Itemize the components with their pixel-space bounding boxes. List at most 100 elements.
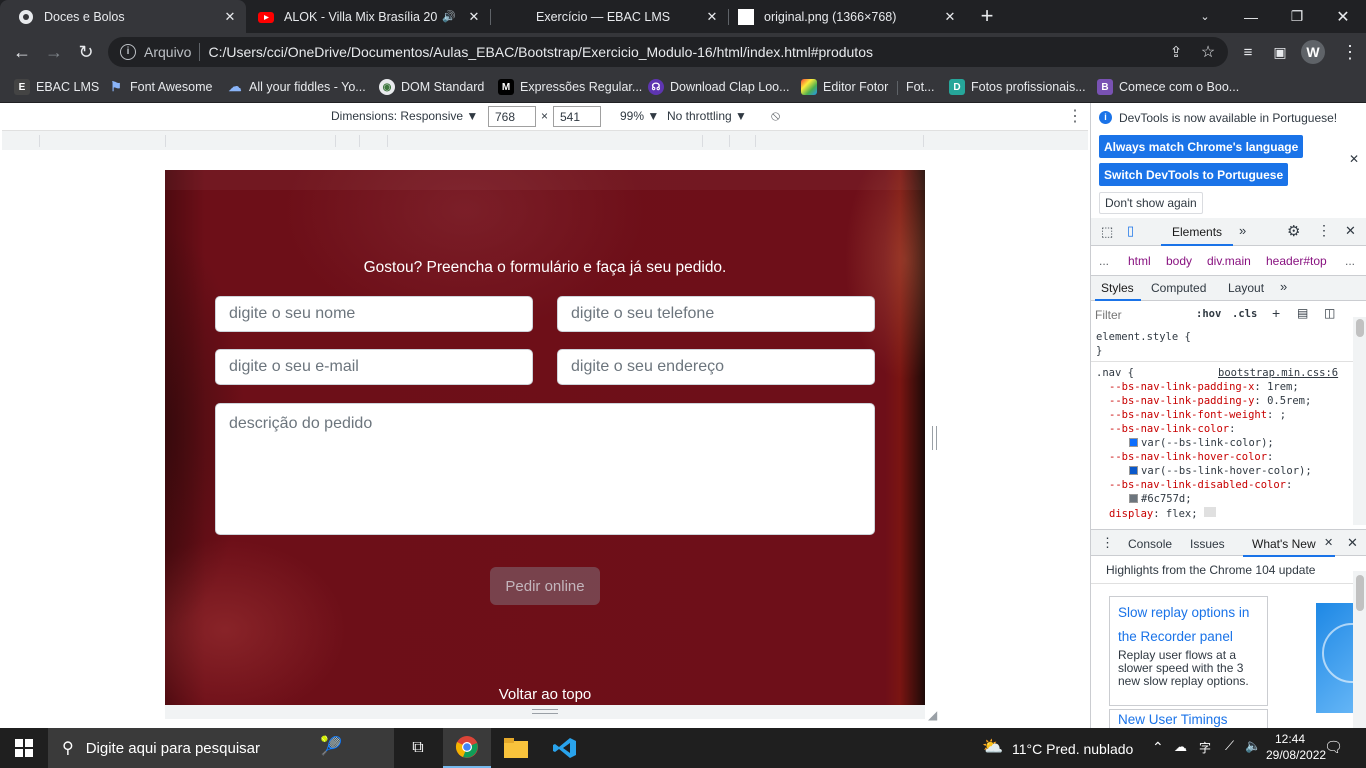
paint-icon[interactable]: ▤ <box>1297 306 1308 320</box>
new-rule-icon[interactable]: + <box>1272 305 1280 321</box>
breadcrumb-header-top[interactable]: header#top <box>1266 254 1327 268</box>
css-declaration[interactable]: --bs-nav-link-hover-color: <box>1109 451 1273 463</box>
taskbar-search-box[interactable]: ⚲ Digite aqui para pesquisar 🎾 <box>48 728 394 768</box>
name-input[interactable]: digite o seu nome <box>215 296 533 332</box>
taskbar-chrome-icon[interactable] <box>443 728 491 768</box>
resize-handle-bottom[interactable] <box>165 705 925 719</box>
color-swatch[interactable] <box>1129 494 1138 503</box>
share-icon[interactable]: ⇪ <box>1162 38 1190 66</box>
profile-avatar[interactable]: W <box>1301 40 1325 64</box>
volume-icon[interactable]: 🔈 <box>1245 738 1261 754</box>
menu-kebab-icon[interactable]: ⋮ <box>1336 38 1364 66</box>
description-textarea[interactable]: descrição do pedido <box>215 403 875 535</box>
tab-layout[interactable]: Layout <box>1228 281 1264 295</box>
file-explorer-icon[interactable] <box>492 728 540 768</box>
tab-original-png[interactable]: original.png (1366×768) ✕ <box>730 0 966 33</box>
bookmark-fot[interactable]: Fot... <box>906 76 934 98</box>
scroll-thumb[interactable] <box>1356 575 1364 611</box>
back-to-top-link[interactable]: Voltar ao topo <box>165 686 925 703</box>
bookmark-fotor[interactable]: Editor Fotor <box>801 76 888 98</box>
url-text[interactable]: C:/Users/cci/OneDrive/Documentos/Aulas_E… <box>208 44 873 60</box>
dimensions-dropdown[interactable]: Dimensions: Responsive ▼ <box>331 109 478 123</box>
tab-elements[interactable]: Elements <box>1172 225 1222 239</box>
tray-chevron-icon[interactable]: ⌃ <box>1152 739 1164 756</box>
resize-handle-right[interactable] <box>932 426 937 450</box>
back-icon[interactable]: ← <box>8 38 36 66</box>
stylesheet-source-link[interactable]: bootstrap.min.css:6 <box>1218 367 1338 379</box>
tab-alok[interactable]: ALOK - Villa Mix Brasília 2018 🔊 ✕ <box>246 0 490 33</box>
flexbox-editor-icon[interactable] <box>1203 507 1216 517</box>
close-tab-icon[interactable]: ✕ <box>222 9 238 25</box>
nav-selector[interactable]: .nav { <box>1096 367 1134 379</box>
always-match-button[interactable]: Always match Chrome's language <box>1099 135 1304 158</box>
zoom-dropdown[interactable]: 99% ▼ <box>620 109 659 123</box>
side-panel-icon[interactable]: ▣ <box>1266 38 1294 66</box>
order-online-button[interactable]: Pedir online <box>490 567 600 605</box>
phone-input[interactable]: digite o seu telefone <box>557 296 875 332</box>
tab-whats-new[interactable]: What's New <box>1252 537 1316 551</box>
bookmark-ebac-lms[interactable]: E EBAC LMS <box>14 76 99 98</box>
bookmark-bootstrap[interactable]: B Comece com o Boo... <box>1097 76 1239 98</box>
styles-scrollbar[interactable] <box>1353 317 1366 525</box>
bookmark-fiddles[interactable]: ☁ All your fiddles - Yo... <box>227 76 366 98</box>
css-declaration[interactable]: --bs-nav-link-disabled-color: <box>1109 479 1292 491</box>
reload-icon[interactable]: ↻ <box>72 38 100 66</box>
breadcrumb-more[interactable]: ... <box>1345 254 1355 268</box>
scroll-thumb[interactable] <box>1356 319 1364 337</box>
bookmark-regex[interactable]: M Expressões Regular... <box>498 76 642 98</box>
devtools-menu-icon[interactable]: ⋮ <box>1317 222 1331 239</box>
media-query-ruler[interactable] <box>2 130 1088 150</box>
close-tab-icon[interactable]: ✕ <box>704 9 720 25</box>
breadcrumb-body[interactable]: body <box>1166 254 1192 268</box>
close-window-icon[interactable]: ✕ <box>1320 0 1366 33</box>
notifications-icon[interactable]: 🗨 <box>1324 738 1343 756</box>
more-tabs-icon[interactable]: » <box>1239 223 1246 238</box>
new-tab-icon[interactable]: + <box>973 2 1001 30</box>
drawer-menu-icon[interactable]: ⋮ <box>1101 535 1114 551</box>
color-swatch[interactable] <box>1129 466 1138 475</box>
css-declaration[interactable]: --bs-nav-link-padding-y: 0.5rem; <box>1109 395 1311 407</box>
card-title[interactable]: Slow replay options in the Recorder pane… <box>1118 601 1259 649</box>
breadcrumb-ellipsis[interactable]: ... <box>1099 254 1109 268</box>
close-tab-icon[interactable]: ✕ <box>466 9 482 25</box>
tab-search-chevron-icon[interactable]: ⌄ <box>1182 0 1228 33</box>
bookmark-clap[interactable]: ☊ Download Clap Loo... <box>648 76 790 98</box>
close-tab-icon[interactable]: ✕ <box>942 9 958 25</box>
device-more-icon[interactable]: ⋮ <box>1067 106 1083 126</box>
inspect-element-icon[interactable]: ⬚ <box>1101 224 1113 240</box>
rotate-icon[interactable]: ⦸ <box>771 107 780 124</box>
bookmark-font-awesome[interactable]: ⚑ Font Awesome <box>108 76 212 98</box>
styles-filter-input[interactable] <box>1095 306 1185 324</box>
speaker-icon[interactable]: 🔊 <box>442 10 456 23</box>
css-value-line[interactable]: var(--bs-link-hover-color); <box>1129 465 1312 477</box>
tab-styles[interactable]: Styles <box>1101 281 1134 295</box>
css-declaration[interactable]: --bs-nav-link-font-weight: ; <box>1109 409 1286 421</box>
sidebar-toggle-icon[interactable]: ◫ <box>1324 306 1335 320</box>
close-devtools-icon[interactable]: ✕ <box>1345 223 1356 239</box>
dont-show-again-button[interactable]: Don't show again <box>1099 192 1203 214</box>
tab-console[interactable]: Console <box>1128 537 1172 551</box>
banner-close-icon[interactable]: ✕ <box>1349 152 1359 166</box>
hov-toggle[interactable]: :hov <box>1196 308 1221 320</box>
tab-computed[interactable]: Computed <box>1151 281 1206 295</box>
breadcrumb-html[interactable]: html <box>1128 254 1151 268</box>
breadcrumb-div-main[interactable]: div.main <box>1207 254 1251 268</box>
close-whats-new-icon[interactable]: ✕ <box>1324 536 1333 549</box>
vscode-icon[interactable] <box>541 728 589 768</box>
ime-icon[interactable]: 字 <box>1199 739 1211 756</box>
close-drawer-icon[interactable]: ✕ <box>1347 535 1358 551</box>
resize-corner-icon[interactable]: ◢ <box>928 708 937 722</box>
bookmark-star-icon[interactable]: ☆ <box>1194 38 1222 66</box>
settings-gear-icon[interactable]: ⚙ <box>1287 222 1300 240</box>
forward-icon[interactable]: → <box>40 38 68 66</box>
drawer-scrollbar[interactable] <box>1353 571 1366 728</box>
onedrive-icon[interactable]: ☁ <box>1174 739 1187 755</box>
tab-exercicio[interactable]: Exercício — EBAC LMS ✕ <box>492 0 728 33</box>
bookmark-dom-standard[interactable]: ◉ DOM Standard <box>379 76 484 98</box>
tab-issues[interactable]: Issues <box>1190 537 1225 551</box>
tab-doces-e-bolos[interactable]: Doces e Bolos ✕ <box>0 0 246 33</box>
cls-toggle[interactable]: .cls <box>1232 308 1257 320</box>
width-input[interactable] <box>488 106 536 127</box>
address-bar[interactable]: i Arquivo C:/Users/cci/OneDrive/Document… <box>108 37 1228 67</box>
restore-icon[interactable]: ❐ <box>1274 0 1320 33</box>
